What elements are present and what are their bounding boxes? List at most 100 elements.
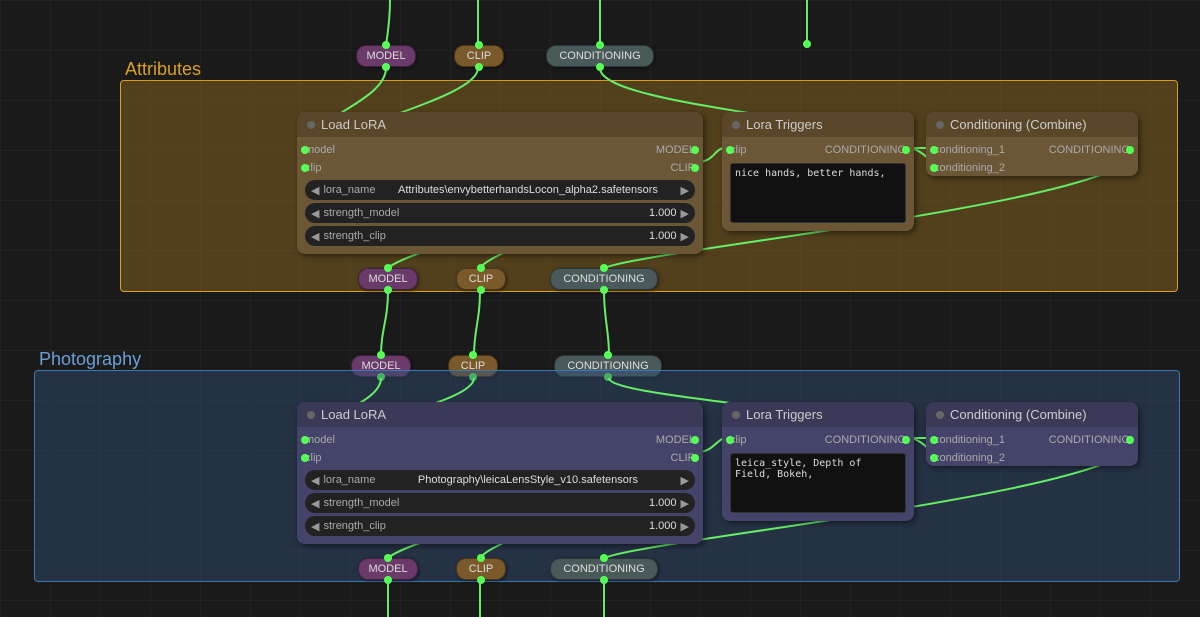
widget-value: 1.000	[399, 497, 680, 509]
arrow-right-icon[interactable]: ▶	[681, 207, 689, 220]
port-cond2-in[interactable]	[930, 454, 938, 462]
port-cond1-in[interactable]	[930, 146, 938, 154]
reroute-model-top[interactable]: MODEL	[356, 45, 416, 67]
port-cond-out[interactable]	[1126, 146, 1134, 154]
arrow-left-icon[interactable]: ◀	[311, 497, 319, 510]
port-out[interactable]	[384, 576, 392, 584]
widget-lora-name[interactable]: ◀ lora_name Photography\leicaLensStyle_v…	[305, 470, 695, 490]
port-in[interactable]	[475, 41, 483, 49]
port-in[interactable]	[477, 264, 485, 272]
port-cond-out[interactable]	[1126, 436, 1134, 444]
pill-label: CLIP	[469, 563, 493, 575]
port-clip-out[interactable]	[691, 454, 699, 462]
node-header[interactable]: Lora Triggers	[722, 112, 914, 137]
node-title: Lora Triggers	[746, 407, 823, 422]
widget-value: 1.000	[386, 520, 681, 532]
port-clip-in[interactable]	[301, 164, 309, 172]
port-out[interactable]	[600, 286, 608, 294]
port-in[interactable]	[604, 351, 612, 359]
port-out[interactable]	[382, 63, 390, 71]
port-in[interactable]	[477, 554, 485, 562]
collapse-dot-icon[interactable]	[936, 411, 944, 419]
pill-label: MODEL	[368, 563, 407, 575]
port-model-in[interactable]	[301, 436, 309, 444]
port-in[interactable]	[377, 351, 385, 359]
widget-strength-clip[interactable]: ◀ strength_clip 1.000 ▶	[305, 516, 695, 536]
reroute-clip-mid[interactable]: CLIP	[456, 268, 506, 290]
port-out[interactable]	[600, 576, 608, 584]
node-load-lora-attributes[interactable]: Load LoRA model MODEL clip CLIP ◀ lora_n…	[297, 112, 703, 254]
node-header[interactable]: Load LoRA	[297, 402, 703, 427]
collapse-dot-icon[interactable]	[936, 121, 944, 129]
port-cond-out[interactable]	[902, 436, 910, 444]
port-in[interactable]	[600, 264, 608, 272]
reroute-clip-top[interactable]: CLIP	[454, 45, 504, 67]
port-clip-in[interactable]	[726, 436, 734, 444]
port-in[interactable]	[382, 41, 390, 49]
widget-lora-name[interactable]: ◀ lora_name Attributes\envybetterhandsLo…	[305, 180, 695, 200]
arrow-left-icon[interactable]: ◀	[311, 474, 319, 487]
arrow-right-icon[interactable]: ▶	[681, 230, 689, 243]
stray-port[interactable]	[803, 40, 811, 48]
node-conditioning-combine-photography[interactable]: Conditioning (Combine) conditioning_1 CO…	[926, 402, 1138, 466]
arrow-left-icon[interactable]: ◀	[311, 207, 319, 220]
port-cond2-in[interactable]	[930, 164, 938, 172]
arrow-left-icon[interactable]: ◀	[311, 520, 319, 533]
collapse-dot-icon[interactable]	[732, 411, 740, 419]
node-title: Conditioning (Combine)	[950, 407, 1087, 422]
arrow-left-icon[interactable]: ◀	[311, 230, 319, 243]
output-model-label: MODEL	[656, 434, 695, 446]
arrow-right-icon[interactable]: ▶	[681, 520, 689, 533]
widget-strength-clip[interactable]: ◀ strength_clip 1.000 ▶	[305, 226, 695, 246]
port-model-out[interactable]	[691, 436, 699, 444]
collapse-dot-icon[interactable]	[307, 411, 315, 419]
node-lora-triggers-photography[interactable]: Lora Triggers clip CONDITIONING leica_st…	[722, 402, 914, 521]
reroute-model-photo-bot[interactable]: MODEL	[358, 558, 418, 580]
widget-label: strength_model	[323, 207, 399, 219]
port-model-out[interactable]	[691, 146, 699, 154]
node-lora-triggers-attributes[interactable]: Lora Triggers clip CONDITIONING nice han…	[722, 112, 914, 231]
arrow-right-icon[interactable]: ▶	[681, 474, 689, 487]
port-in[interactable]	[596, 41, 604, 49]
reroute-conditioning-photo-bot[interactable]: CONDITIONING	[550, 558, 658, 580]
reroute-clip-photo-bot[interactable]: CLIP	[456, 558, 506, 580]
widget-value: Attributes\envybetterhandsLocon_alpha2.s…	[375, 184, 680, 196]
widget-label: strength_clip	[323, 230, 385, 242]
triggers-textbox[interactable]: leica_style, Depth of Field, Bokeh,	[730, 453, 906, 513]
node-load-lora-photography[interactable]: Load LoRA model MODEL clip CLIP ◀ lora_n…	[297, 402, 703, 544]
port-in[interactable]	[469, 351, 477, 359]
port-clip-in[interactable]	[301, 454, 309, 462]
port-model-in[interactable]	[301, 146, 309, 154]
arrow-right-icon[interactable]: ▶	[681, 184, 689, 197]
port-clip-in[interactable]	[726, 146, 734, 154]
port-out[interactable]	[384, 286, 392, 294]
port-clip-out[interactable]	[691, 164, 699, 172]
port-in[interactable]	[384, 554, 392, 562]
widget-strength-model[interactable]: ◀ strength_model 1.000 ▶	[305, 203, 695, 223]
node-title: Load LoRA	[321, 117, 386, 132]
reroute-conditioning-top[interactable]: CONDITIONING	[546, 45, 654, 67]
arrow-left-icon[interactable]: ◀	[311, 184, 319, 197]
node-header[interactable]: Conditioning (Combine)	[926, 112, 1138, 137]
collapse-dot-icon[interactable]	[732, 121, 740, 129]
port-out[interactable]	[477, 286, 485, 294]
port-cond-out[interactable]	[902, 146, 910, 154]
port-out[interactable]	[475, 63, 483, 71]
collapse-dot-icon[interactable]	[307, 121, 315, 129]
widget-strength-model[interactable]: ◀ strength_model 1.000 ▶	[305, 493, 695, 513]
widget-label: strength_clip	[323, 520, 385, 532]
port-cond1-in[interactable]	[930, 436, 938, 444]
input-cond1-label: conditioning_1	[934, 144, 1005, 156]
arrow-right-icon[interactable]: ▶	[681, 497, 689, 510]
node-header[interactable]: Load LoRA	[297, 112, 703, 137]
node-header[interactable]: Lora Triggers	[722, 402, 914, 427]
port-in[interactable]	[384, 264, 392, 272]
node-conditioning-combine-attributes[interactable]: Conditioning (Combine) conditioning_1 CO…	[926, 112, 1138, 176]
node-header[interactable]: Conditioning (Combine)	[926, 402, 1138, 427]
triggers-textbox[interactable]: nice hands, better hands,	[730, 163, 906, 223]
port-in[interactable]	[600, 554, 608, 562]
port-out[interactable]	[477, 576, 485, 584]
port-out[interactable]	[596, 63, 604, 71]
reroute-model-mid[interactable]: MODEL	[358, 268, 418, 290]
reroute-conditioning-mid[interactable]: CONDITIONING	[550, 268, 658, 290]
